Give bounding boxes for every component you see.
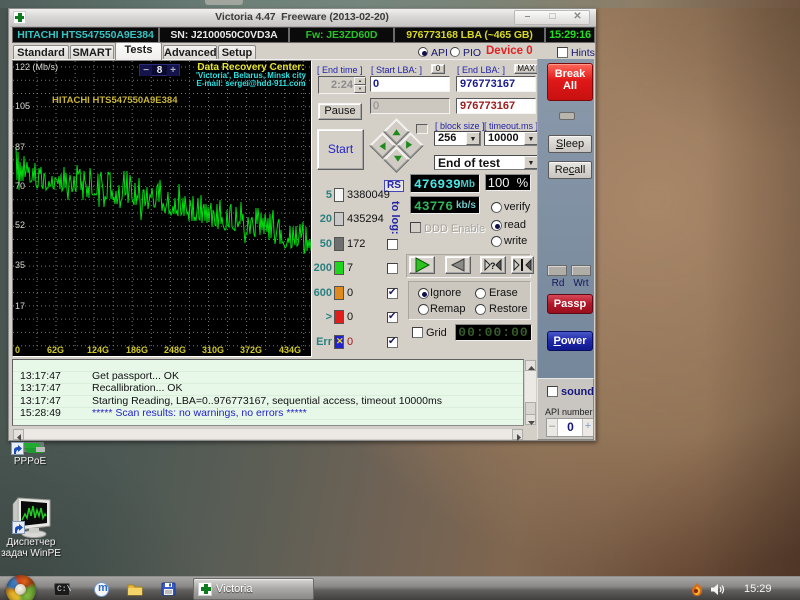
svg-text:?: ?: [490, 261, 496, 271]
